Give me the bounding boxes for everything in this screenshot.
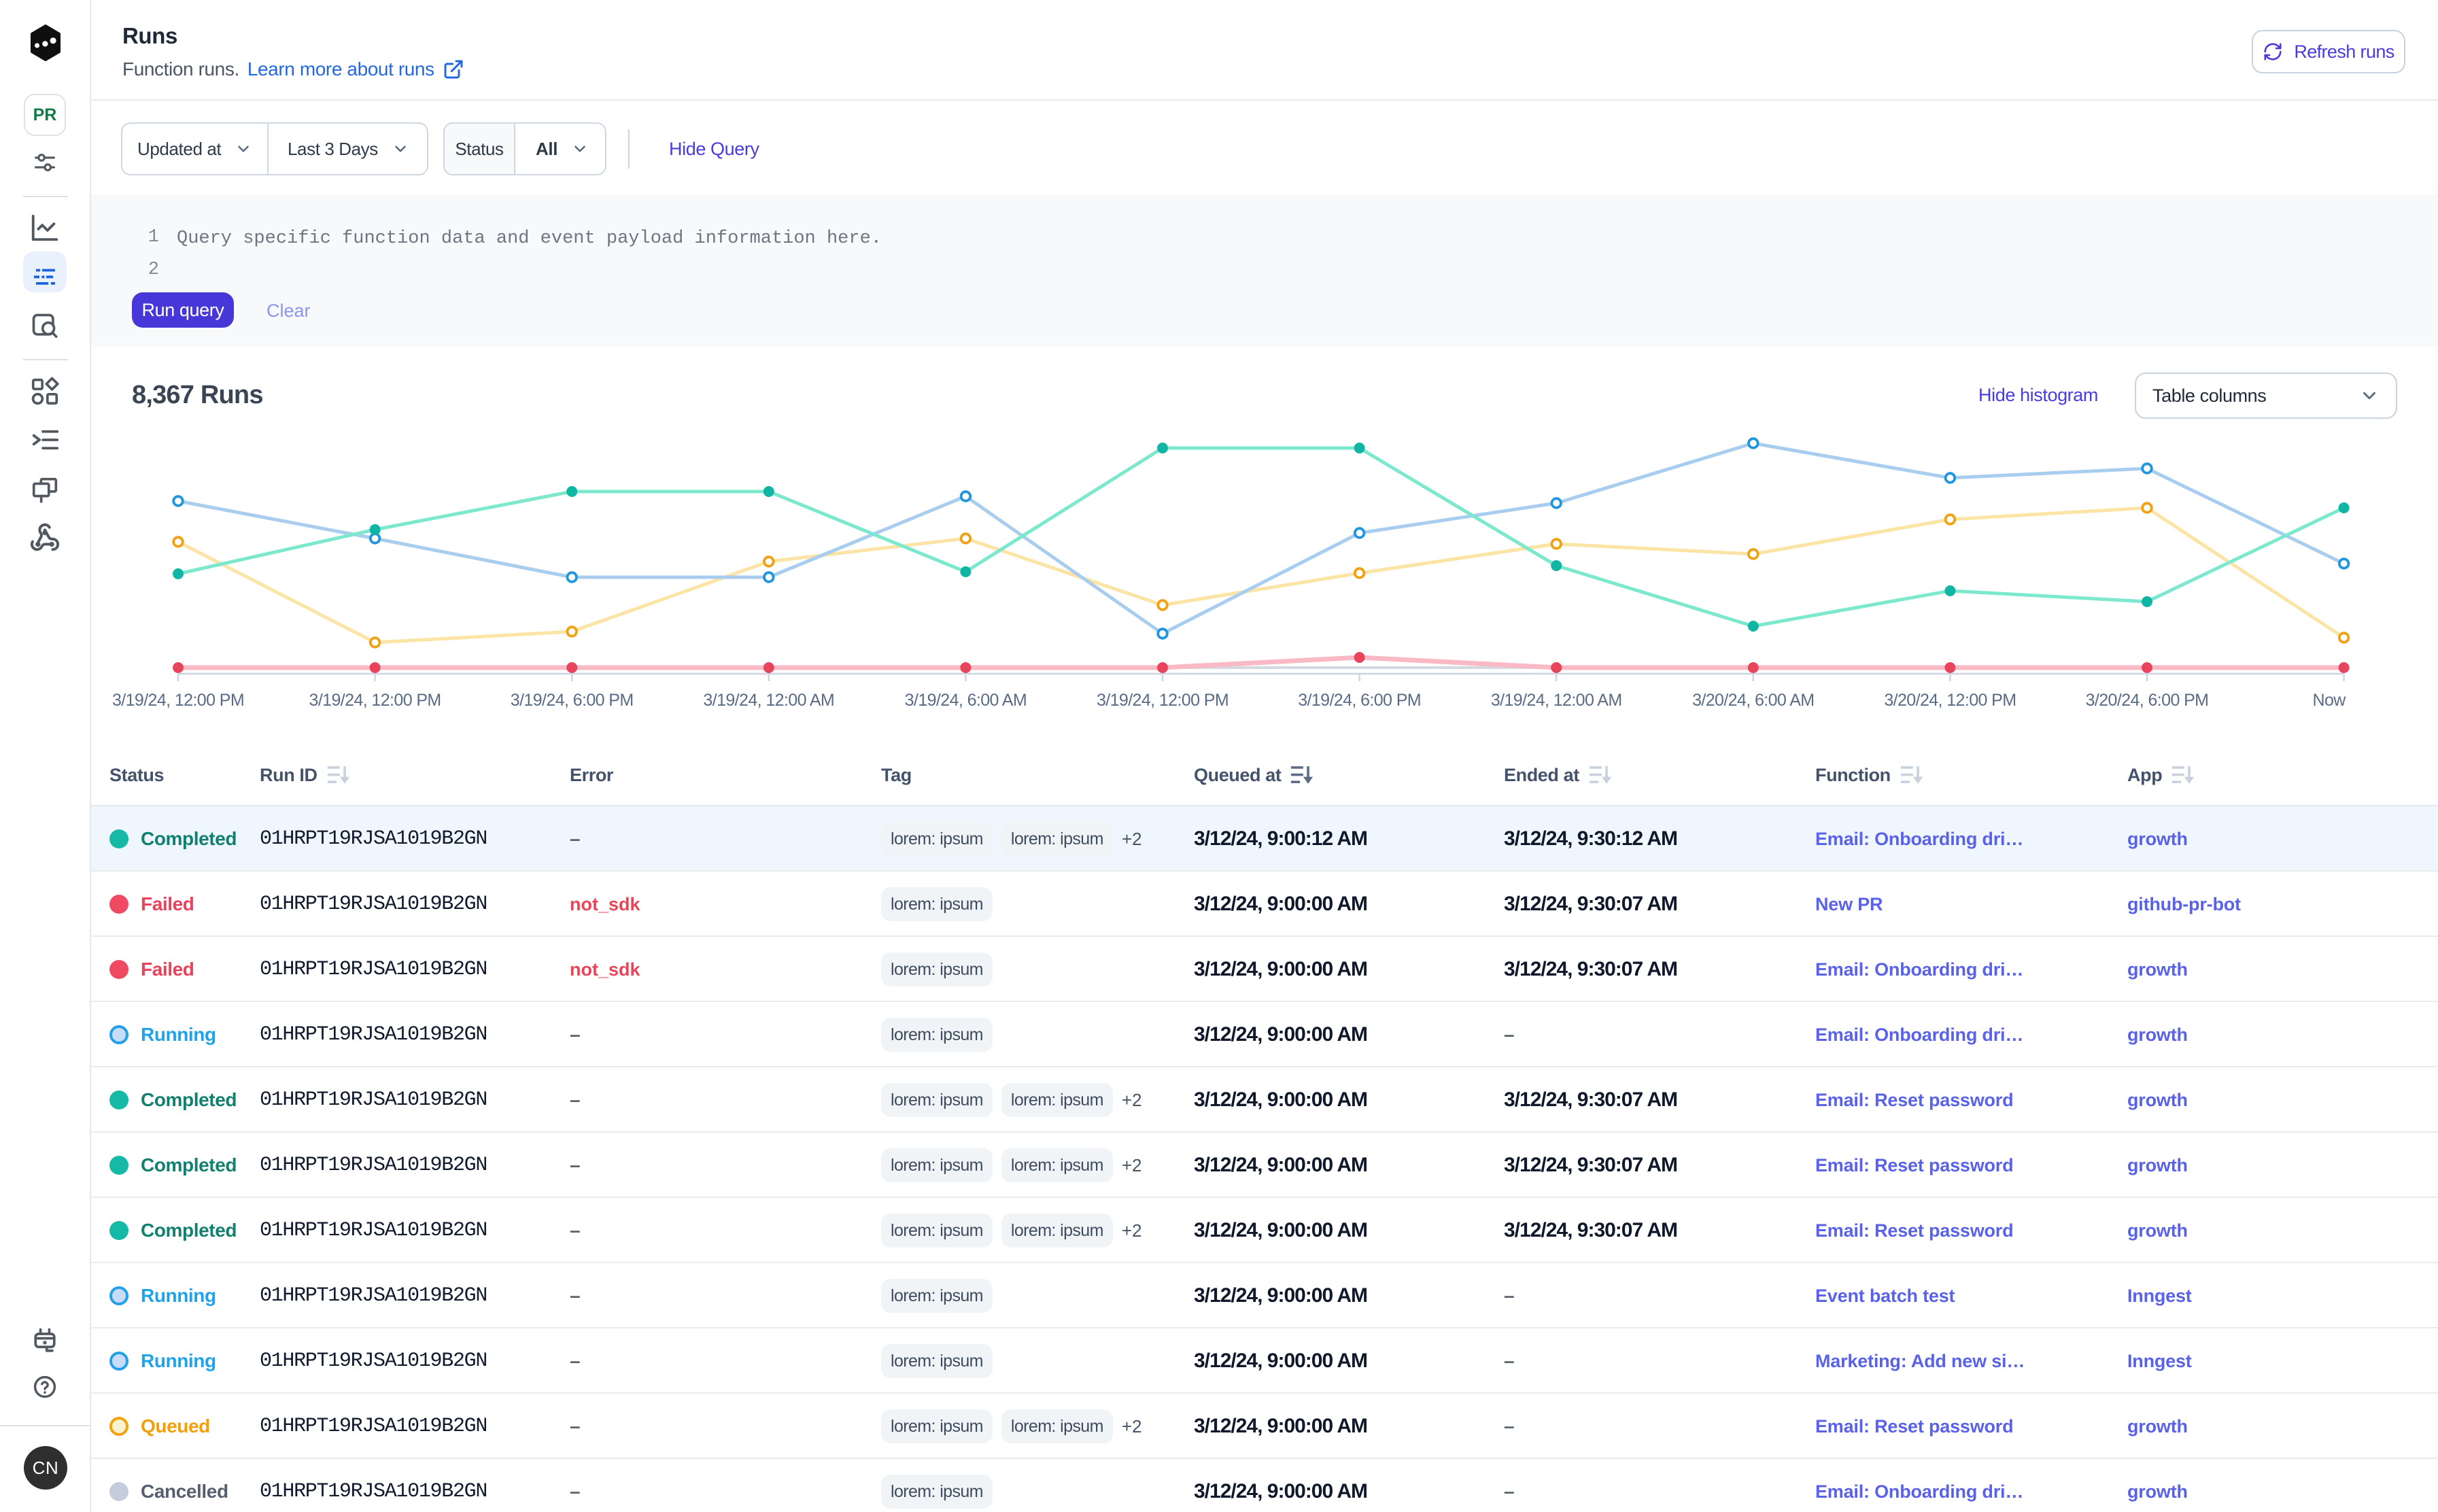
svg-text:3/19/24, 12:00 AM: 3/19/24, 12:00 AM bbox=[703, 691, 834, 710]
svg-text:3/19/24, 12:00 PM: 3/19/24, 12:00 PM bbox=[1097, 691, 1229, 710]
svg-text:Now: Now bbox=[2312, 691, 2346, 710]
svg-text:3/19/24, 12:00 PM: 3/19/24, 12:00 PM bbox=[309, 691, 441, 710]
svg-text:3/19/24, 12:00 AM: 3/19/24, 12:00 AM bbox=[1491, 691, 1622, 710]
svg-text:3/19/24, 6:00 PM: 3/19/24, 6:00 PM bbox=[1298, 691, 1421, 710]
svg-text:3/20/24, 6:00 AM: 3/20/24, 6:00 AM bbox=[1692, 691, 1814, 710]
svg-text:3/19/24, 12:00 PM: 3/19/24, 12:00 PM bbox=[112, 691, 244, 710]
svg-text:3/20/24, 12:00 PM: 3/20/24, 12:00 PM bbox=[1884, 691, 2016, 710]
svg-text:3/20/24, 6:00 PM: 3/20/24, 6:00 PM bbox=[2086, 691, 2209, 710]
svg-text:3/19/24, 6:00 PM: 3/19/24, 6:00 PM bbox=[511, 691, 634, 710]
svg-text:3/19/24, 6:00 AM: 3/19/24, 6:00 AM bbox=[905, 691, 1027, 710]
